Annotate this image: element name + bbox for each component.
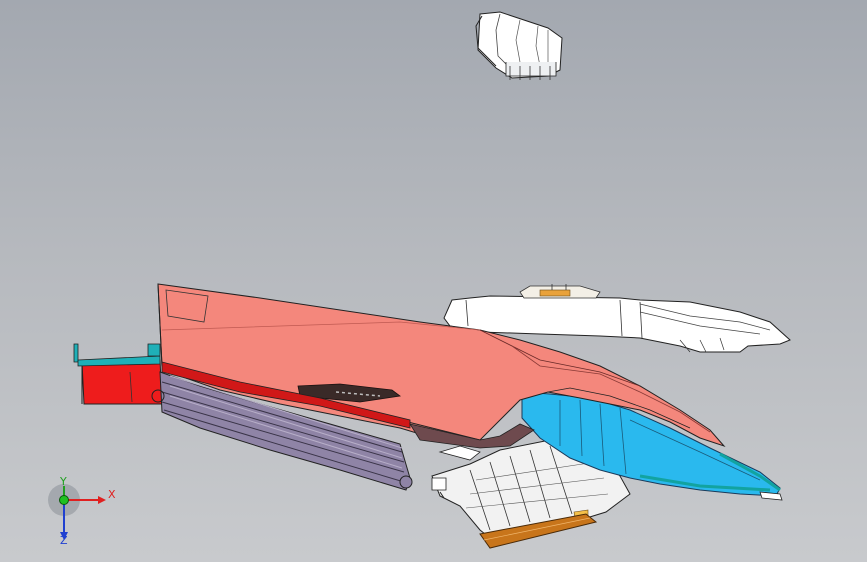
cad-3d-viewport[interactable]: X Y Z bbox=[0, 0, 867, 562]
x-axis-label: X bbox=[108, 488, 116, 501]
y-axis-label: Y bbox=[59, 476, 67, 488]
z-axis-label: Z bbox=[60, 534, 68, 546]
cad-assembly-model[interactable] bbox=[0, 0, 867, 562]
x-axis-arrow bbox=[98, 496, 106, 504]
upper-duct-part[interactable] bbox=[475, 11, 563, 80]
origin-dot bbox=[59, 495, 69, 505]
coordinate-triad: X Y Z bbox=[48, 476, 116, 546]
red-bracket[interactable] bbox=[73, 343, 163, 405]
